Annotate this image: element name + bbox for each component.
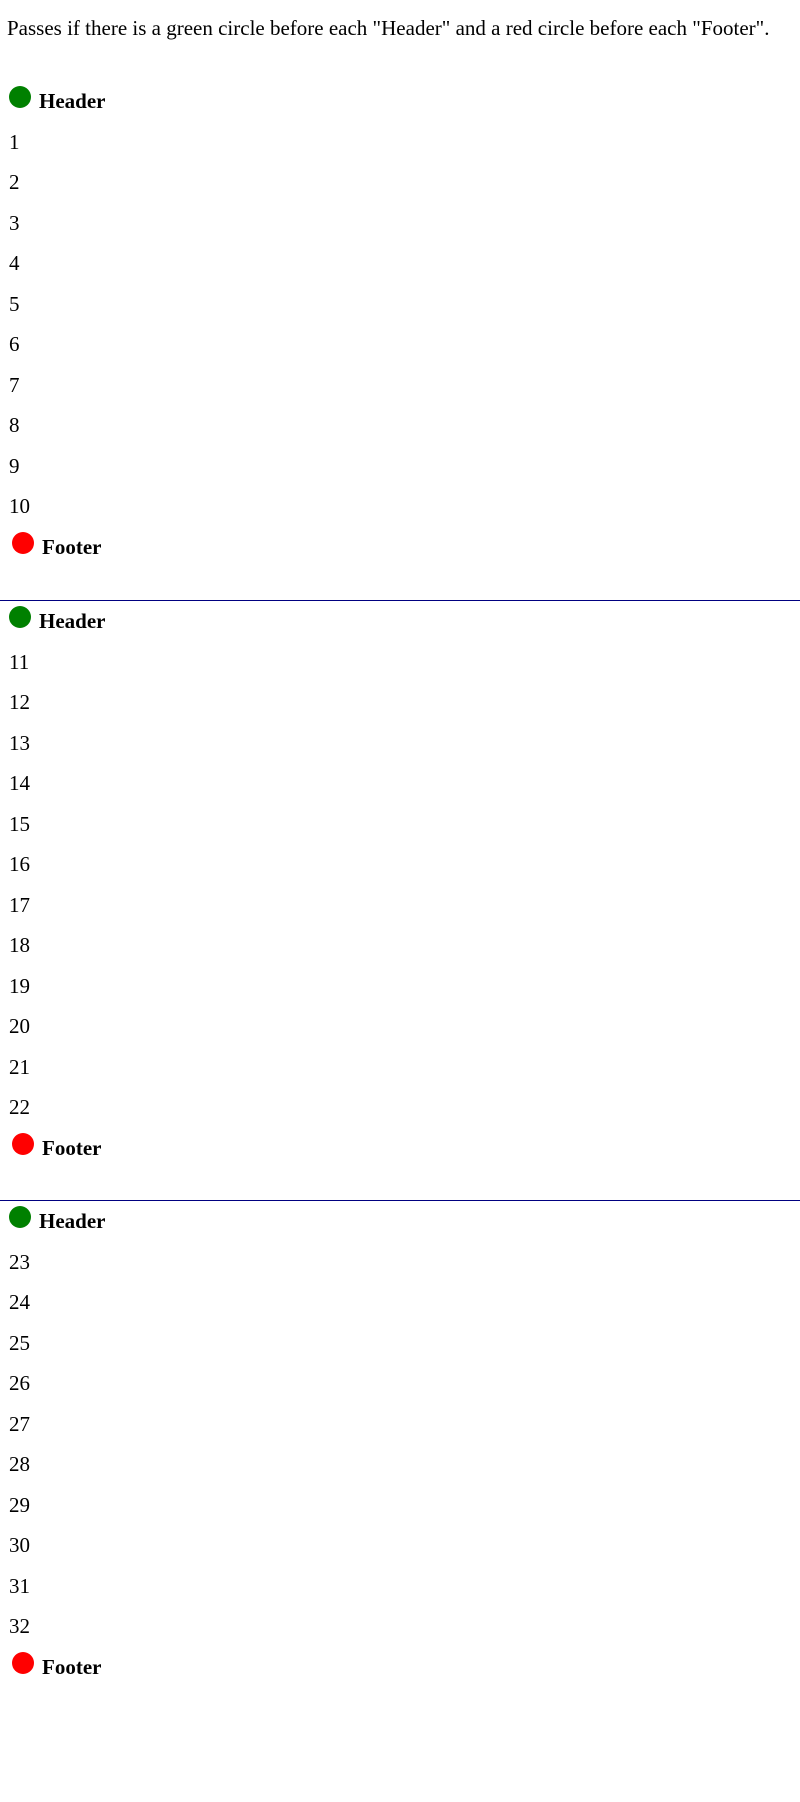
page-header: Header: [9, 81, 105, 121]
list-item: 20: [9, 1014, 30, 1038]
list-item: 7: [9, 372, 20, 397]
list-item: 19: [9, 973, 30, 998]
list-item: 22: [9, 1095, 30, 1119]
page-footer: Footer: [12, 1128, 101, 1168]
list-item: 18: [9, 933, 30, 957]
header-label: Header: [39, 609, 106, 633]
intro-text: Passes if there is a green circle before…: [7, 16, 770, 40]
list-item: 17: [9, 892, 30, 917]
red-circle-icon: [12, 1132, 34, 1155]
green-circle-icon: [9, 86, 31, 108]
header-label: Header: [39, 89, 106, 113]
list-item: 24: [9, 1290, 30, 1314]
page-divider: [0, 1200, 800, 1201]
page-divider: [0, 600, 800, 601]
list-item: 25: [9, 1330, 30, 1355]
page-header: Header: [9, 1201, 105, 1241]
list-item: 15: [9, 811, 30, 836]
list-item: 3: [9, 210, 20, 235]
green-circle-icon: [9, 606, 31, 628]
list-item: 6: [9, 332, 20, 356]
list-item: 9: [9, 453, 20, 478]
list-item: 4: [9, 251, 20, 275]
list-item: 31: [9, 1573, 30, 1598]
list-item: 8: [9, 413, 20, 437]
list-item: 32: [9, 1614, 30, 1638]
list-item: 23: [9, 1249, 30, 1274]
list-item: 14: [9, 771, 30, 795]
list-item: 21: [9, 1054, 30, 1079]
list-item: 16: [9, 852, 30, 876]
list-item: 26: [9, 1371, 30, 1395]
list-item: 5: [9, 291, 20, 316]
list-item: 2: [9, 170, 20, 194]
green-circle-icon: [9, 1206, 31, 1228]
footer-label: Footer: [42, 534, 102, 559]
list-item: 1: [9, 129, 20, 154]
list-item: 13: [9, 730, 30, 755]
red-circle-icon: [12, 1651, 34, 1674]
page-header: Header: [9, 601, 105, 641]
list-item: 11: [9, 649, 30, 674]
list-item: 29: [9, 1492, 30, 1517]
list-item: 28: [9, 1452, 30, 1476]
footer-label: Footer: [42, 1135, 102, 1160]
list-item: 10: [9, 494, 30, 518]
list-item: 27: [9, 1411, 30, 1436]
header-label: Header: [39, 1209, 106, 1233]
list-item: 12: [9, 690, 30, 714]
list-item: 30: [9, 1533, 30, 1557]
red-circle-icon: [12, 531, 34, 554]
page-footer: Footer: [12, 1647, 101, 1687]
footer-label: Footer: [42, 1654, 102, 1679]
page-footer: Footer: [12, 527, 101, 567]
